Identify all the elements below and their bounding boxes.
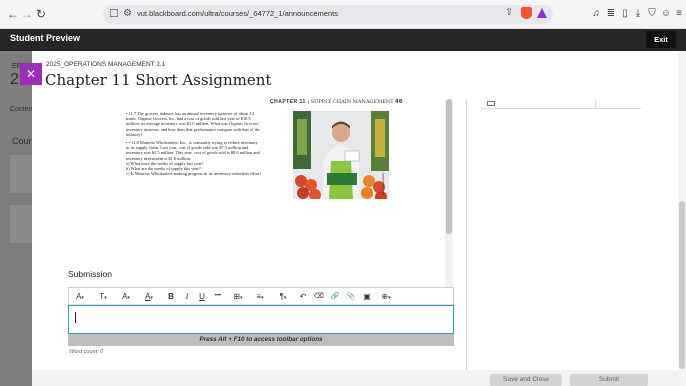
- assignment-content: CHAPTER 11 | SUPPLY CHAIN MANAGEMENT 46 …: [68, 99, 454, 307]
- word-count: Word count: 0: [69, 349, 104, 355]
- bg-year-prefix: 2: [10, 71, 19, 88]
- bookmark-icon[interactable]: ☐: [109, 7, 119, 20]
- problem-11-8: • • 11.8 Mattress Wholesalers, Inc., is …: [126, 140, 260, 161]
- more-formatting-button[interactable]: •••: [211, 291, 225, 302]
- browser-toolbar: ← → ↻ ☐ ⚙ vut.blackboard.com/ultra/cours…: [0, 0, 686, 29]
- problem-11-8-c: c) Is Mattress Wholesalers making progre…: [126, 171, 262, 177]
- reading-list-icon[interactable]: ≣: [605, 8, 617, 20]
- url-text[interactable]: vut.blackboard.com/ultra/courses/_64772_…: [137, 9, 338, 18]
- document-header: CHAPTER 11 | SUPPLY CHAIN MANAGEMENT 46: [270, 99, 403, 105]
- underline-button[interactable]: U: [197, 291, 207, 302]
- submission-editor: A▾ T▾ A▾ A▾ B I U ••• ⊞▾ ≡▾ ¶▾ ↶ ⌫ 🔗 📎 ▣…: [68, 287, 454, 346]
- download-icon[interactable]: ⤓: [632, 8, 644, 20]
- details-cell-divider: [595, 99, 596, 109]
- address-bar[interactable]: ☐ ⚙ vut.blackboard.com/ultra/courses/_64…: [103, 5, 553, 24]
- italic-button[interactable]: I: [182, 291, 192, 302]
- undo-button[interactable]: ↶: [298, 291, 308, 302]
- panel-scrollbar[interactable]: [678, 51, 686, 386]
- brave-rewards-icon[interactable]: [537, 8, 547, 18]
- menu-icon[interactable]: ≡: [673, 8, 685, 20]
- submission-heading: Submission: [68, 269, 112, 279]
- submission-text-input[interactable]: [68, 305, 454, 334]
- font-size-button[interactable]: A▾: [119, 291, 133, 302]
- problem-11-7: • 11.7 The grocery industry has an annua…: [126, 111, 260, 137]
- insert-image-button[interactable]: ▣: [362, 291, 372, 302]
- toolbar-hint: Press Alt + F10 to access toolbar option…: [68, 334, 454, 346]
- back-icon[interactable]: ←: [6, 7, 20, 21]
- document-scroll-thumb[interactable]: [446, 99, 452, 234]
- assignment-panel: 2025_OPERATIONS MANAGEMENT 2.1 Chapter 1…: [32, 51, 686, 386]
- document-viewer: CHAPTER 11 | SUPPLY CHAIN MANAGEMENT 46 …: [68, 99, 454, 289]
- align-button[interactable]: ≡▾: [252, 291, 268, 302]
- clear-formatting-button[interactable]: ⌫: [314, 291, 324, 302]
- bg-content-block: [10, 205, 34, 243]
- close-modal-button[interactable]: ✕: [20, 63, 42, 85]
- site-settings-icon[interactable]: ⚙: [123, 8, 132, 19]
- editor-toolbar: A▾ T▾ A▾ A▾ B I U ••• ⊞▾ ≡▾ ¶▾ ↶ ⌫ 🔗 📎 ▣…: [69, 288, 453, 305]
- photo-credit: Peter Dazeley/Getty: [382, 172, 385, 195]
- save-and-close-button[interactable]: Save and Close: [490, 374, 562, 386]
- table-button[interactable]: ⊞▾: [230, 291, 246, 302]
- grocery-worker-photo: Peter Dazeley/Getty: [293, 111, 389, 199]
- student-preview-bar: Student Preview Exit: [0, 29, 686, 51]
- bg-section-prefix: Cour: [12, 136, 32, 146]
- footer-action-bar: Save and Close Submit: [32, 370, 678, 386]
- text-format-button[interactable]: A▾: [73, 291, 87, 302]
- add-content-button[interactable]: ⊕▾: [378, 291, 394, 302]
- details-row-icon: [487, 101, 495, 106]
- exit-preview-button[interactable]: Exit: [646, 31, 676, 48]
- text-caret: [75, 312, 76, 323]
- extensions-icon[interactable]: ☺: [660, 8, 672, 20]
- bold-button[interactable]: B: [166, 291, 176, 302]
- document-text: • 11.7 The grocery industry has an annua…: [126, 111, 262, 176]
- student-preview-title: Student Preview: [10, 33, 81, 43]
- paragraph-mark-button[interactable]: ¶▾: [275, 291, 291, 302]
- media-icon[interactable]: ♫: [590, 8, 602, 20]
- details-column: [466, 99, 686, 386]
- brave-shield-icon[interactable]: [521, 7, 532, 19]
- vpn-icon[interactable]: ⛉: [646, 8, 658, 20]
- sidebar-icon[interactable]: ▯: [619, 8, 631, 20]
- assignment-title: Chapter 11 Short Assignment: [45, 71, 272, 89]
- panel-scroll-thumb[interactable]: [679, 201, 685, 369]
- course-id: 2025_OPERATIONS MANAGEMENT 2.1: [46, 61, 166, 68]
- forward-icon[interactable]: →: [20, 7, 34, 21]
- details-table-row: [483, 99, 641, 109]
- share-icon[interactable]: ⇪: [505, 7, 513, 18]
- attach-file-button[interactable]: 📎: [346, 291, 356, 302]
- bg-tab-prefix: Conten: [10, 106, 33, 113]
- insert-link-button[interactable]: 🔗: [330, 291, 340, 302]
- submit-button[interactable]: Submit: [570, 374, 648, 386]
- document-scrollbar[interactable]: [445, 99, 453, 289]
- bg-content-block: [10, 155, 34, 193]
- reload-icon[interactable]: ↻: [34, 7, 48, 21]
- paragraph-style-button[interactable]: T▾: [96, 291, 110, 302]
- highlight-button[interactable]: A▾: [142, 291, 156, 302]
